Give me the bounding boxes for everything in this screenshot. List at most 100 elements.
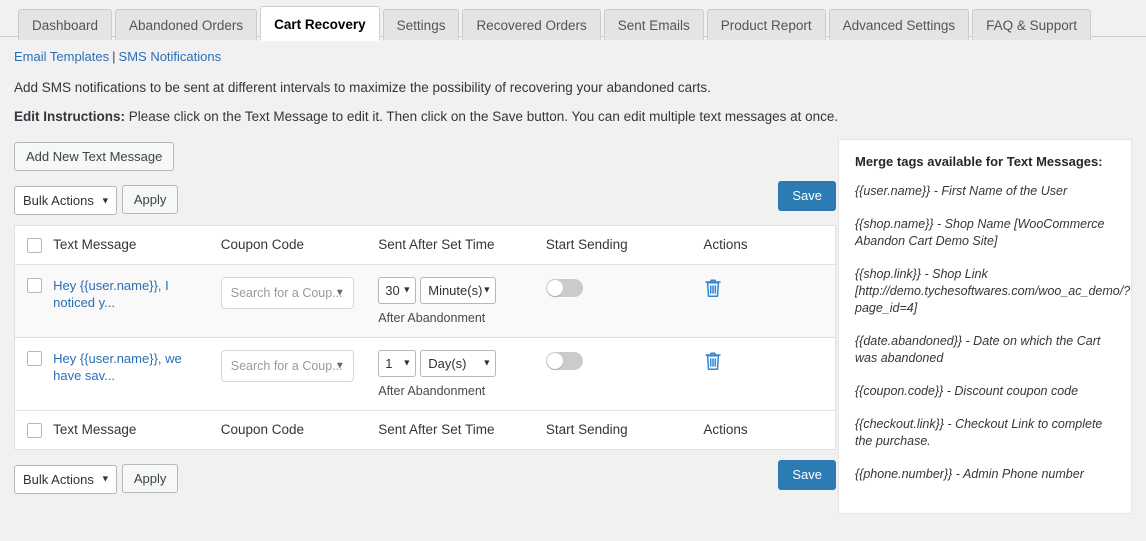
chevron-down-icon: ▼ [402,357,412,368]
left-column: Add New Text Message Bulk Actions ▼ Apply … [14,142,836,494]
after-abandonment-label-1: After Abandonment [378,310,486,325]
toggle-knob [546,279,563,296]
time-unit-label-1: Minute(s) [428,282,483,298]
tab-abandoned-orders[interactable]: Abandoned Orders [115,9,258,40]
tab-faq-support[interactable]: FAQ & Support [972,9,1091,40]
sub-navigation: Email Templates | SMS Notifications [0,37,1146,64]
table-row: Hey {{user.name}}, I noticed y... Search… [14,264,836,338]
merge-tags-title: Merge tags available for Text Messages: [855,154,1103,169]
subnav-separator: | [112,49,116,64]
main-layout: Add New Text Message Bulk Actions ▼ Apply … [0,139,1146,514]
row-checkbox-2[interactable] [27,351,42,366]
column-header-text-message: Text Message [53,225,221,265]
bulk-actions-row-bottom: Bulk Actions ▼ Apply Save [14,459,836,494]
toolbar-top: Add New Text Message [14,142,836,171]
merge-tag-checkout-link: {{checkout.link}} - Checkout Link to com… [855,417,1103,448]
column-footer-sent-after: Sent After Set Time [378,409,546,450]
merge-tag-coupon-code: {{coupon.code}} - Discount coupon code [855,384,1079,398]
row-message-cell: Hey {{user.name}}, we have sav... [53,337,221,411]
chevron-down-icon: ▼ [334,360,345,372]
save-button-bottom-wrap: Save [778,459,836,490]
subnav-link-email-templates[interactable]: Email Templates [14,49,109,64]
table-row: Hey {{user.name}}, we have sav... Search… [14,337,836,411]
merge-tags-panel: Merge tags available for Text Messages: … [838,139,1132,514]
trash-icon[interactable] [703,277,723,299]
time-unit-select-2[interactable]: Day(s) ▼ [420,349,497,377]
column-header-start-sending: Start Sending [545,225,704,265]
tab-dashboard[interactable]: Dashboard [18,9,113,40]
time-value-label-2: 1 [385,355,393,371]
trash-icon[interactable] [703,350,723,372]
chevron-down-icon: ▼ [482,357,492,368]
row-coupon-cell: Search for a Coup... ▼ [220,264,379,338]
bulk-actions-row-top: Bulk Actions ▼ Apply Save [14,181,836,216]
add-new-text-message-button[interactable]: Add New Text Message [14,142,175,171]
subnav-link-sms-notifications[interactable]: SMS Notifications [119,49,222,64]
chevron-down-icon: ▼ [100,473,110,484]
coupon-search-select-2[interactable]: Search for a Coup... ▼ [220,349,354,382]
page-description: Add SMS notifications to be sent at diff… [14,80,711,95]
apply-button-top[interactable]: Apply [121,185,179,214]
tab-settings[interactable]: Settings [382,9,460,40]
select-all-header [14,225,54,265]
start-sending-toggle-1[interactable] [545,278,583,297]
chevron-down-icon: ▼ [100,195,110,206]
chevron-down-icon: ▼ [334,287,345,299]
save-button-bottom[interactable]: Save [778,459,836,490]
chevron-down-icon: ▼ [482,284,492,295]
time-unit-select-1[interactable]: Minute(s) ▼ [420,276,497,304]
chevron-down-icon: ▼ [402,284,412,295]
tab-advanced-settings[interactable]: Advanced Settings [828,9,970,40]
time-selectors-1: 30 ▼ Minute(s) ▼ [378,276,497,304]
table-header-row: Text Message Coupon Code Sent After Set … [14,225,836,265]
after-abandonment-label-2: After Abandonment [378,383,486,398]
bulk-actions-select-top-label: Bulk Actions [23,193,94,209]
bulk-actions-select-bottom[interactable]: Bulk Actions ▼ [14,464,117,494]
coupon-search-placeholder-2: Search for a Coup... [230,358,343,373]
time-selectors-2: 1 ▼ Day(s) ▼ [378,349,497,377]
coupon-search-select-1[interactable]: Search for a Coup... ▼ [220,276,354,309]
select-all-checkbox-top[interactable] [27,237,42,253]
time-unit-label-2: Day(s) [428,355,467,371]
start-sending-toggle-2[interactable] [545,351,583,370]
coupon-search-placeholder-1: Search for a Coup... [230,285,343,300]
text-message-link-1[interactable]: Hey {{user.name}}, I noticed y... [53,277,211,311]
row-actions-cell [703,337,836,411]
merge-tag-date-abandoned: {{date.abandoned}} - Date on which the C… [855,334,1101,365]
row-message-cell: Hey {{user.name}}, I noticed y... [53,264,221,338]
toggle-knob [546,352,563,369]
row-select-cell [14,337,54,411]
row-time-cell: 1 ▼ Day(s) ▼ After Abandonment [378,337,546,411]
bulk-actions-select-top[interactable]: Bulk Actions ▼ [14,186,117,216]
column-header-actions: Actions [703,225,836,265]
column-footer-coupon-code: Coupon Code [220,409,379,450]
column-footer-text-message: Text Message [53,409,221,450]
column-footer-start-sending: Start Sending [545,409,704,450]
text-message-link-2[interactable]: Hey {{user.name}}, we have sav... [53,350,211,384]
table-footer-row: Text Message Coupon Code Sent After Set … [14,409,836,450]
time-value-select-1[interactable]: 30 ▼ [378,276,417,304]
row-sending-cell [545,264,704,338]
merge-tag-shop-name: {{shop.name}} - Shop Name [WooCommerce A… [855,217,1105,248]
save-button-top-wrap: Save [778,181,836,211]
row-select-cell [14,264,54,338]
merge-tag-user-name: {{user.name}} - First Name of the User [855,184,1068,198]
column-header-coupon-code: Coupon Code [220,225,379,265]
time-value-select-2[interactable]: 1 ▼ [378,349,417,377]
merge-tag-shop-link: {{shop.link}} - Shop Link [http://demo.t… [855,267,1131,315]
tab-sent-emails[interactable]: Sent Emails [603,9,704,40]
save-button-top[interactable]: Save [778,181,836,211]
select-all-footer [14,409,54,450]
tab-product-report[interactable]: Product Report [706,9,826,40]
edit-instructions: Edit Instructions: Please click on the T… [0,95,1146,124]
bulk-actions-select-bottom-label: Bulk Actions [23,471,94,487]
tab-recovered-orders[interactable]: Recovered Orders [462,9,601,40]
edit-instructions-label: Edit Instructions: [14,109,125,124]
column-footer-actions: Actions [703,409,836,450]
merge-tag-phone-number: {{phone.number}} - Admin Phone number [855,467,1084,481]
apply-button-bottom[interactable]: Apply [121,463,179,493]
row-checkbox-1[interactable] [27,278,42,293]
tab-cart-recovery[interactable]: Cart Recovery [260,6,380,41]
select-all-checkbox-bottom[interactable] [27,422,42,438]
column-header-sent-after: Sent After Set Time [378,225,546,265]
